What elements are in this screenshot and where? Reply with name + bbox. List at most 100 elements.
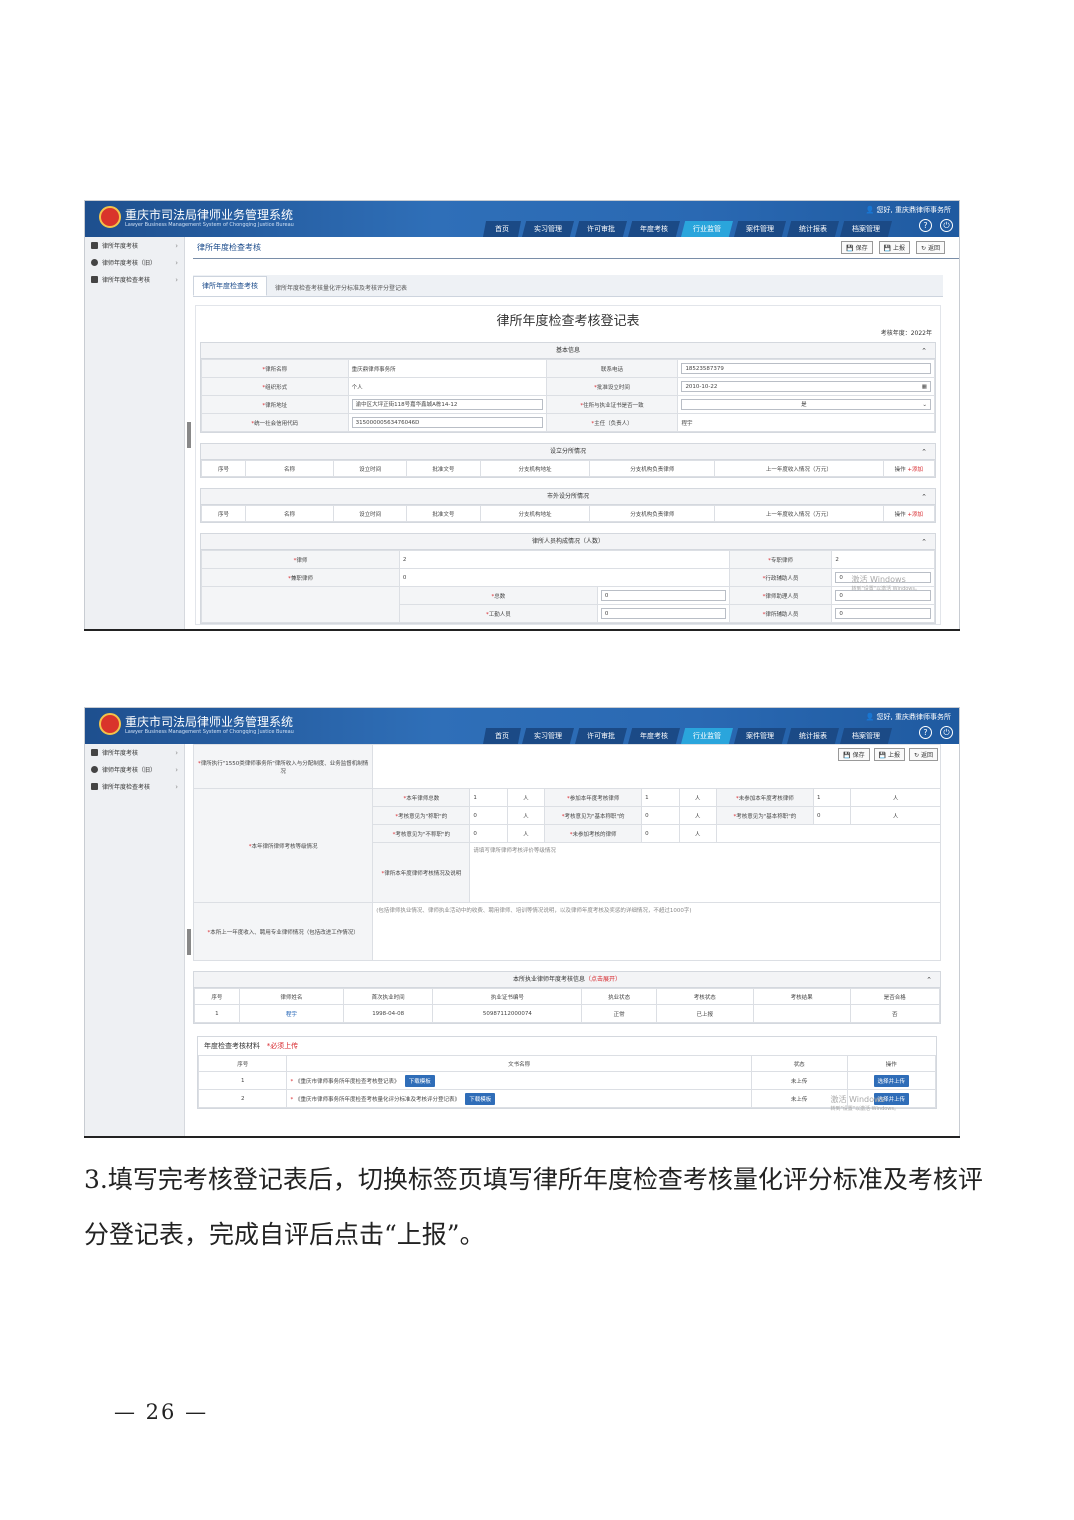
approval-date-input[interactable]: 2010-10-22 ▦ [681,381,931,392]
tab-scoring[interactable]: 律所年度检查考核量化评分标准及考核评分登记表 [267,279,415,296]
column-header: 执业状态 [581,988,657,1005]
chevron-down-icon: ⌄ [922,402,927,408]
divider [84,629,960,631]
sidebar-collapse-handle[interactable] [187,929,191,955]
nav-cases[interactable]: 案件管理 [734,221,786,237]
back-button[interactable]: ↻ 返回 [909,748,938,761]
field-label: 联系电话 [545,359,679,378]
sidebar-item-lawyer-annual-old[interactable]: 律师年度考核（旧） › [85,254,184,271]
count-value[interactable]: 1 [812,788,852,807]
table-cell: 50987112000074 [432,1004,583,1023]
field-label: *律所执行"1550类律师事务所"律所收入与分配制度、业务监督机制情况 [192,744,374,789]
help-icon[interactable]: ? [919,726,932,739]
firm-name-value: 重庆鼎律师事务所 [347,359,547,378]
firm-system-textarea[interactable]: 💾 保存 💾 上报 ↻ 返回 [372,744,941,789]
nav-annual[interactable]: 年度考核 [628,728,680,744]
chevron-up-icon[interactable]: ⌃ [921,489,927,505]
select-upload-button[interactable]: 选择并上传 [873,1074,910,1087]
save-button[interactable]: 💾 保存 [841,241,873,254]
table-cell: 否 [849,1004,941,1023]
support-staff-input[interactable]: 0 [835,608,931,619]
add-branch-button[interactable]: +添加 [907,467,923,473]
nav-internship[interactable]: 实习管理 [522,728,574,744]
section-header[interactable]: 市外设分所情况 ⌃ [201,489,935,505]
nav-reports[interactable]: 统计报表 [787,221,839,237]
chevron-up-icon[interactable]: ⌃ [926,972,932,988]
section-header[interactable]: 本所执业律师年度考核信息（点击展开） ⌃ [194,972,940,988]
nav-archive[interactable]: 档案管理 [840,221,892,237]
help-icon[interactable]: ? [919,219,932,232]
nav-supervision[interactable]: 行业监管 [681,728,733,744]
nav-annual[interactable]: 年度考核 [628,221,680,237]
column-header: 设立时间 [332,505,408,522]
nav-license[interactable]: 许可审批 [575,221,627,237]
sidebar-item-firm-inspection[interactable]: 律所年度检查考核 › [85,271,184,288]
column-header: 上一年度收入情况（万元） [714,505,884,522]
count-value[interactable]: 0 [812,806,852,825]
nav-home[interactable]: 首页 [483,728,521,744]
section-header[interactable]: 基本信息 ⌃ [201,343,935,359]
count-value[interactable]: 1 [469,788,508,807]
service-staff-input[interactable]: 0 [600,608,726,619]
count-value[interactable]: 0 [641,824,680,843]
page-title: 律所年度检查考核 [197,243,261,252]
income-textarea[interactable]: (包括律师执业情况、律师执业活动中的收费、聘用律师、培训等情况说明，以及律师年度… [372,902,941,961]
nav-home[interactable]: 首页 [483,221,521,237]
total-input[interactable]: 0 [600,590,726,601]
form-tabs: 律所年度检查考核 律所年度检查考核量化评分标准及考核评分登记表 [193,275,943,297]
table-row: 1 程宇 1998-04-08 50987112000074 正常 已上报 否 [194,1004,941,1023]
emblem-logo [99,713,121,735]
address-input[interactable]: 渝中区大坪正街118号嘉华鑫城A栋14-12 [351,399,543,410]
power-icon[interactable]: ⏻ [940,726,953,739]
column-header: 操作 +添加 [882,505,936,522]
save-button[interactable]: 💾 保存 [838,748,870,761]
address-match-select[interactable]: 是 ⌄ [681,399,931,410]
unit-label: 人 [850,788,941,807]
add-branch-button[interactable]: +添加 [907,512,923,518]
column-header: 操作 +添加 [882,460,936,477]
nav-internship[interactable]: 实习管理 [522,221,574,237]
download-template-button[interactable]: 下载模板 [404,1074,435,1087]
chevron-up-icon[interactable]: ⌃ [921,444,927,460]
calendar-icon[interactable]: ▦ [922,382,927,392]
count-value[interactable]: 0 [469,806,508,825]
section-header[interactable]: 设立分所情况 ⌃ [201,444,935,460]
nav-supervision[interactable]: 行业监管 [681,221,733,237]
table-cell: 2 [197,1089,288,1108]
submit-button[interactable]: 💾 上报 [878,241,911,254]
back-button[interactable]: ↻ 返回 [916,241,945,254]
phone-input[interactable]: 18523587379 [681,363,931,374]
nav-cases[interactable]: 案件管理 [734,728,786,744]
section-header[interactable]: 律所人员构成情况（人数） ⌃ [201,534,935,550]
sidebar-item-firm-inspection[interactable]: 律所年度检查考核 › [85,778,184,795]
column-header: 律师姓名 [238,988,344,1005]
nav-license[interactable]: 许可审批 [575,728,627,744]
chevron-up-icon[interactable]: ⌃ [921,343,927,359]
count-value[interactable]: 0 [469,824,508,843]
field-label: 考核意见为"基本称职"的 [544,806,643,825]
download-template-button[interactable]: 下载模板 [465,1092,496,1105]
submit-button[interactable]: 💾 上报 [873,748,906,761]
column-header: 是否合格 [849,988,941,1005]
document-name: 《重庆市律师事务所年度检查考核量化评分标准及考核评分登记表》 [294,1096,460,1103]
count-value[interactable]: 0 [641,806,680,825]
sidebar-item-firm-annual[interactable]: 律所年度考核 › [85,744,184,761]
main-nav: 首页 实习管理 许可审批 年度考核 行业监管 案件管理 统计报表 档案管理 [483,728,893,744]
sidebar-item-firm-annual[interactable]: 律所年度考核 › [85,237,184,254]
sidebar-collapse-handle[interactable] [187,422,191,448]
car-icon [91,242,98,249]
evidence-textarea[interactable]: 请填写律所律师考核评价等级情况 [469,842,941,903]
power-icon[interactable]: ⏻ [940,219,953,232]
count-value[interactable]: 1 [641,788,680,807]
lawyer-name-link[interactable]: 程宇 [238,1004,344,1023]
chevron-up-icon[interactable]: ⌃ [921,534,927,550]
credit-code-input[interactable]: 31500000563476046D [351,417,543,428]
sidebar-item-lawyer-annual-old[interactable]: 律师年度考核（旧） › [85,761,184,778]
user-greeting[interactable]: 👤 您好, 重庆鼎律师事务所 [866,712,951,722]
nav-reports[interactable]: 统计报表 [787,728,839,744]
tab-registration[interactable]: 律所年度检查考核 [193,276,267,296]
nav-archive[interactable]: 档案管理 [840,728,892,744]
user-greeting[interactable]: 👤 您好, 重庆鼎律师事务所 [866,205,951,215]
emblem-logo [99,206,121,228]
calendar-icon [91,783,98,790]
